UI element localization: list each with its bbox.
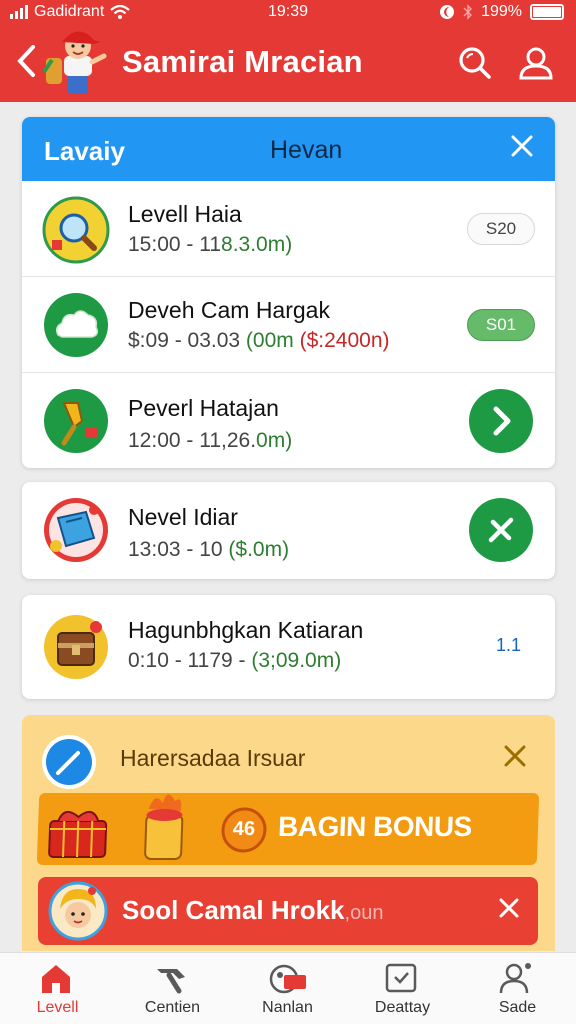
tab-left[interactable]: Lavaiy	[44, 136, 125, 167]
magnifier-badge-icon	[42, 196, 110, 264]
tab-centien[interactable]: Centien	[115, 953, 230, 1024]
home-icon	[42, 965, 70, 993]
item-time: $:09 - 03.03 (00m ($:2400n)	[128, 329, 390, 352]
item-name: Deveh Cam Hargak	[128, 297, 330, 323]
bell-icon	[44, 389, 108, 453]
tab-label: Nanlan	[262, 999, 313, 1016]
tab-label: Centien	[144, 999, 201, 1016]
cloud-icon	[44, 293, 108, 357]
tab-sade[interactable]: Sade	[460, 953, 575, 1024]
calendar-icon	[385, 963, 417, 993]
search-icon	[459, 47, 491, 79]
bluetooth-icon	[463, 4, 473, 20]
list-item[interactable]: Hagunbhgkan Katiaran 0:10 - 1179 - (3;09…	[22, 595, 555, 699]
item-name: Hagunbhgkan Katiaran	[128, 617, 364, 643]
profile-icon	[499, 963, 531, 994]
girl-avatar	[48, 881, 108, 941]
promo-red-text: Sool Camal Hrokk,oun	[122, 895, 384, 925]
tab-center[interactable]: Hevan	[270, 136, 342, 165]
promo-panel: Harersadaa Irsuar 46 BAGIN BONUS Sool Ca…	[22, 715, 555, 951]
item-time: 15:00 - 118.3.0m)	[128, 233, 293, 256]
profile-button[interactable]	[518, 44, 556, 82]
battery-percent: 199%	[481, 3, 522, 20]
tab-nanlan[interactable]: Nanlan	[230, 953, 345, 1024]
hammer-icon	[157, 969, 185, 994]
bonus-text: BAGIN BONUS	[277, 811, 473, 842]
camera-icon	[269, 964, 306, 994]
mascot-avatar	[42, 31, 107, 94]
item-card[interactable]: Hagunbhgkan Katiaran 0:10 - 1179 - (3;09…	[22, 595, 555, 699]
open-item-button[interactable]	[469, 389, 533, 453]
chevron-right-icon	[493, 406, 511, 436]
close-icon	[504, 745, 526, 767]
edit-pencil-icon	[56, 751, 80, 775]
promo-title: Harersadaa Irsuar	[120, 745, 306, 771]
bottom-nav: Levell Centien Nanlan Deattay Sade	[0, 952, 576, 1024]
fire-cup-icon	[144, 794, 184, 860]
item-time: 13:03 - 10 ($.0m)	[128, 538, 290, 561]
count-value: 1.1	[495, 635, 521, 655]
red-banner-close-button[interactable]	[498, 893, 520, 927]
item-time: 12:00 - 11,26.0m)	[128, 429, 293, 452]
item-card[interactable]: Nevel Idiar 13:03 - 10 ($.0m)	[22, 482, 555, 579]
treasure-chest-icon	[44, 615, 108, 679]
search-button[interactable]	[456, 44, 494, 82]
close-icon	[511, 135, 533, 157]
bonus-number: 46	[232, 818, 256, 840]
list-item[interactable]: Levell Haia 15:00 - 118.3.0m) S20	[22, 181, 555, 277]
page-title: Samirai Mracian	[122, 44, 363, 79]
chevron-left-icon	[17, 45, 35, 77]
app-header: Gadidrant 19:39 199% Samirai Mracian	[0, 0, 576, 102]
list-item[interactable]: Nevel Idiar 13:03 - 10 ($.0m)	[22, 482, 555, 579]
promo-badge	[42, 735, 96, 789]
price-chip[interactable]: S20	[467, 213, 535, 245]
item-name: Peverl Hatajan	[128, 395, 279, 421]
tab-deattay[interactable]: Deattay	[345, 953, 460, 1024]
price-chip[interactable]: S01	[467, 309, 535, 341]
close-icon	[499, 898, 519, 918]
tab-label: Levell	[36, 999, 79, 1016]
card-header: Lavaiy Hevan	[22, 117, 555, 181]
schedule-card: Lavaiy Hevan Levell Haia 15:00 - 118.3.0…	[22, 117, 555, 468]
tab-levell[interactable]: Levell	[0, 953, 115, 1024]
tab-label: Deattay	[374, 999, 431, 1016]
promo-red-banner[interactable]: Sool Camal Hrokk,oun	[38, 877, 538, 945]
cancel-item-button[interactable]	[469, 498, 533, 562]
cross-icon	[488, 517, 514, 543]
package-icon	[44, 498, 108, 562]
promo-close-button[interactable]	[503, 739, 527, 776]
bonus-banner[interactable]: 46 BAGIN BONUS	[36, 793, 540, 865]
gift-box-icon	[48, 810, 108, 858]
user-icon	[519, 47, 553, 80]
tab-label: Sade	[498, 999, 537, 1016]
do-not-disturb-icon	[440, 5, 455, 19]
item-name: Levell Haia	[128, 201, 242, 227]
list-item[interactable]: Deveh Cam Hargak $:09 - 03.03 (00m ($:24…	[22, 277, 555, 373]
card-close-button[interactable]	[507, 133, 537, 163]
item-name: Nevel Idiar	[128, 504, 238, 530]
battery-icon	[530, 4, 564, 20]
list-item[interactable]: Peverl Hatajan 12:00 - 11,26.0m)	[22, 373, 555, 468]
item-time: 0:10 - 1179 - (3;09.0m)	[128, 649, 342, 672]
